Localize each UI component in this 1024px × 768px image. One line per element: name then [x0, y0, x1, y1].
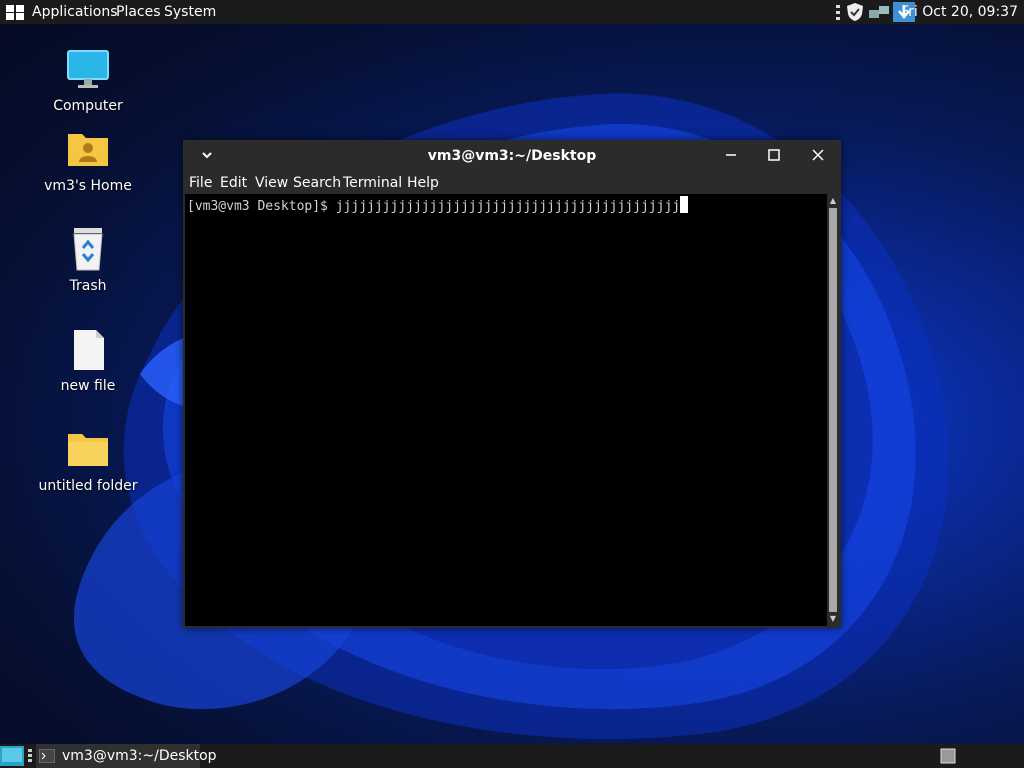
scroll-down-icon[interactable]: ▼: [828, 614, 838, 624]
home-folder-icon: [68, 134, 108, 166]
shield-icon[interactable]: [845, 2, 865, 22]
file-icon: [74, 330, 104, 370]
desktop-icon-home[interactable]: vm3's Home: [38, 128, 138, 194]
menu-system[interactable]: System: [164, 4, 216, 20]
desktop-icon-label: untitled folder: [38, 478, 138, 494]
scroll-up-icon[interactable]: ▲: [828, 196, 838, 206]
scrollbar-thumb[interactable]: [829, 208, 837, 612]
clock[interactable]: Fri Oct 20, 09:37: [901, 4, 1018, 20]
menu-view[interactable]: View: [255, 175, 288, 191]
desktop-icon-label: new file: [60, 378, 116, 394]
monitor-icon: [67, 50, 109, 88]
scrollbar[interactable]: ▲ ▼: [827, 194, 839, 626]
network-icon[interactable]: [867, 2, 891, 22]
terminal-icon: [39, 749, 55, 763]
terminal-prompt-line: [vm3@vm3 Desktop]$ jjjjjjjjjjjjjjjjjjjjj…: [187, 196, 689, 214]
taskbar-handle-icon[interactable]: [27, 748, 33, 764]
window-title: vm3@vm3:~/Desktop: [427, 148, 597, 164]
terminal-window[interactable]: vm3@vm3:~/Desktop File Edit View Search …: [183, 140, 841, 628]
terminal-cursor: [680, 196, 689, 213]
menu-help[interactable]: Help: [407, 175, 439, 191]
applications-icon[interactable]: [6, 5, 24, 20]
terminal-menubar: File Edit View Search Terminal Help: [183, 170, 841, 194]
desktop-icon-label: Trash: [69, 278, 107, 294]
desktop-icon-label: Computer: [53, 98, 123, 114]
terminal-input-text: jjjjjjjjjjjjjjjjjjjjjjjjjjjjjjjjjjjjjjjj…: [335, 199, 681, 214]
desktop-icon-new-file[interactable]: new file: [38, 328, 138, 394]
maximize-icon[interactable]: [764, 145, 784, 165]
menu-search[interactable]: Search: [293, 175, 341, 191]
desktop-icon-computer[interactable]: Computer: [38, 48, 138, 114]
tray-handle-icon[interactable]: [834, 2, 842, 22]
menu-edit[interactable]: Edit: [220, 175, 247, 191]
terminal-prompt: [vm3@vm3 Desktop]$: [187, 199, 336, 214]
taskbar-item-label: vm3@vm3:~/Desktop: [62, 748, 217, 764]
desktop-icon-trash[interactable]: Trash: [38, 226, 138, 294]
trash-icon: [73, 228, 103, 271]
desktop-icon-label: vm3's Home: [44, 178, 132, 194]
folder-icon: [68, 434, 108, 466]
taskbar-item-terminal[interactable]: vm3@vm3:~/Desktop: [36, 744, 217, 768]
menu-applications[interactable]: Applications: [32, 4, 118, 20]
menu-places[interactable]: Places: [116, 4, 161, 20]
close-icon[interactable]: [808, 145, 828, 165]
bottom-panel: vm3@vm3:~/Desktop: [0, 744, 1024, 768]
menu-terminal[interactable]: Terminal: [343, 175, 402, 191]
workspace-switcher-icon[interactable]: [940, 748, 956, 764]
minimize-icon[interactable]: [721, 145, 741, 165]
titlebar[interactable]: vm3@vm3:~/Desktop: [183, 140, 841, 170]
top-panel: Applications Places System Fri Oct 20, 0…: [0, 0, 1024, 24]
terminal-output[interactable]: [vm3@vm3 Desktop]$ jjjjjjjjjjjjjjjjjjjjj…: [185, 194, 827, 626]
desktop-icon-untitled-folder[interactable]: untitled folder: [38, 428, 138, 494]
menu-file[interactable]: File: [189, 175, 212, 191]
show-desktop-icon[interactable]: [0, 746, 24, 766]
